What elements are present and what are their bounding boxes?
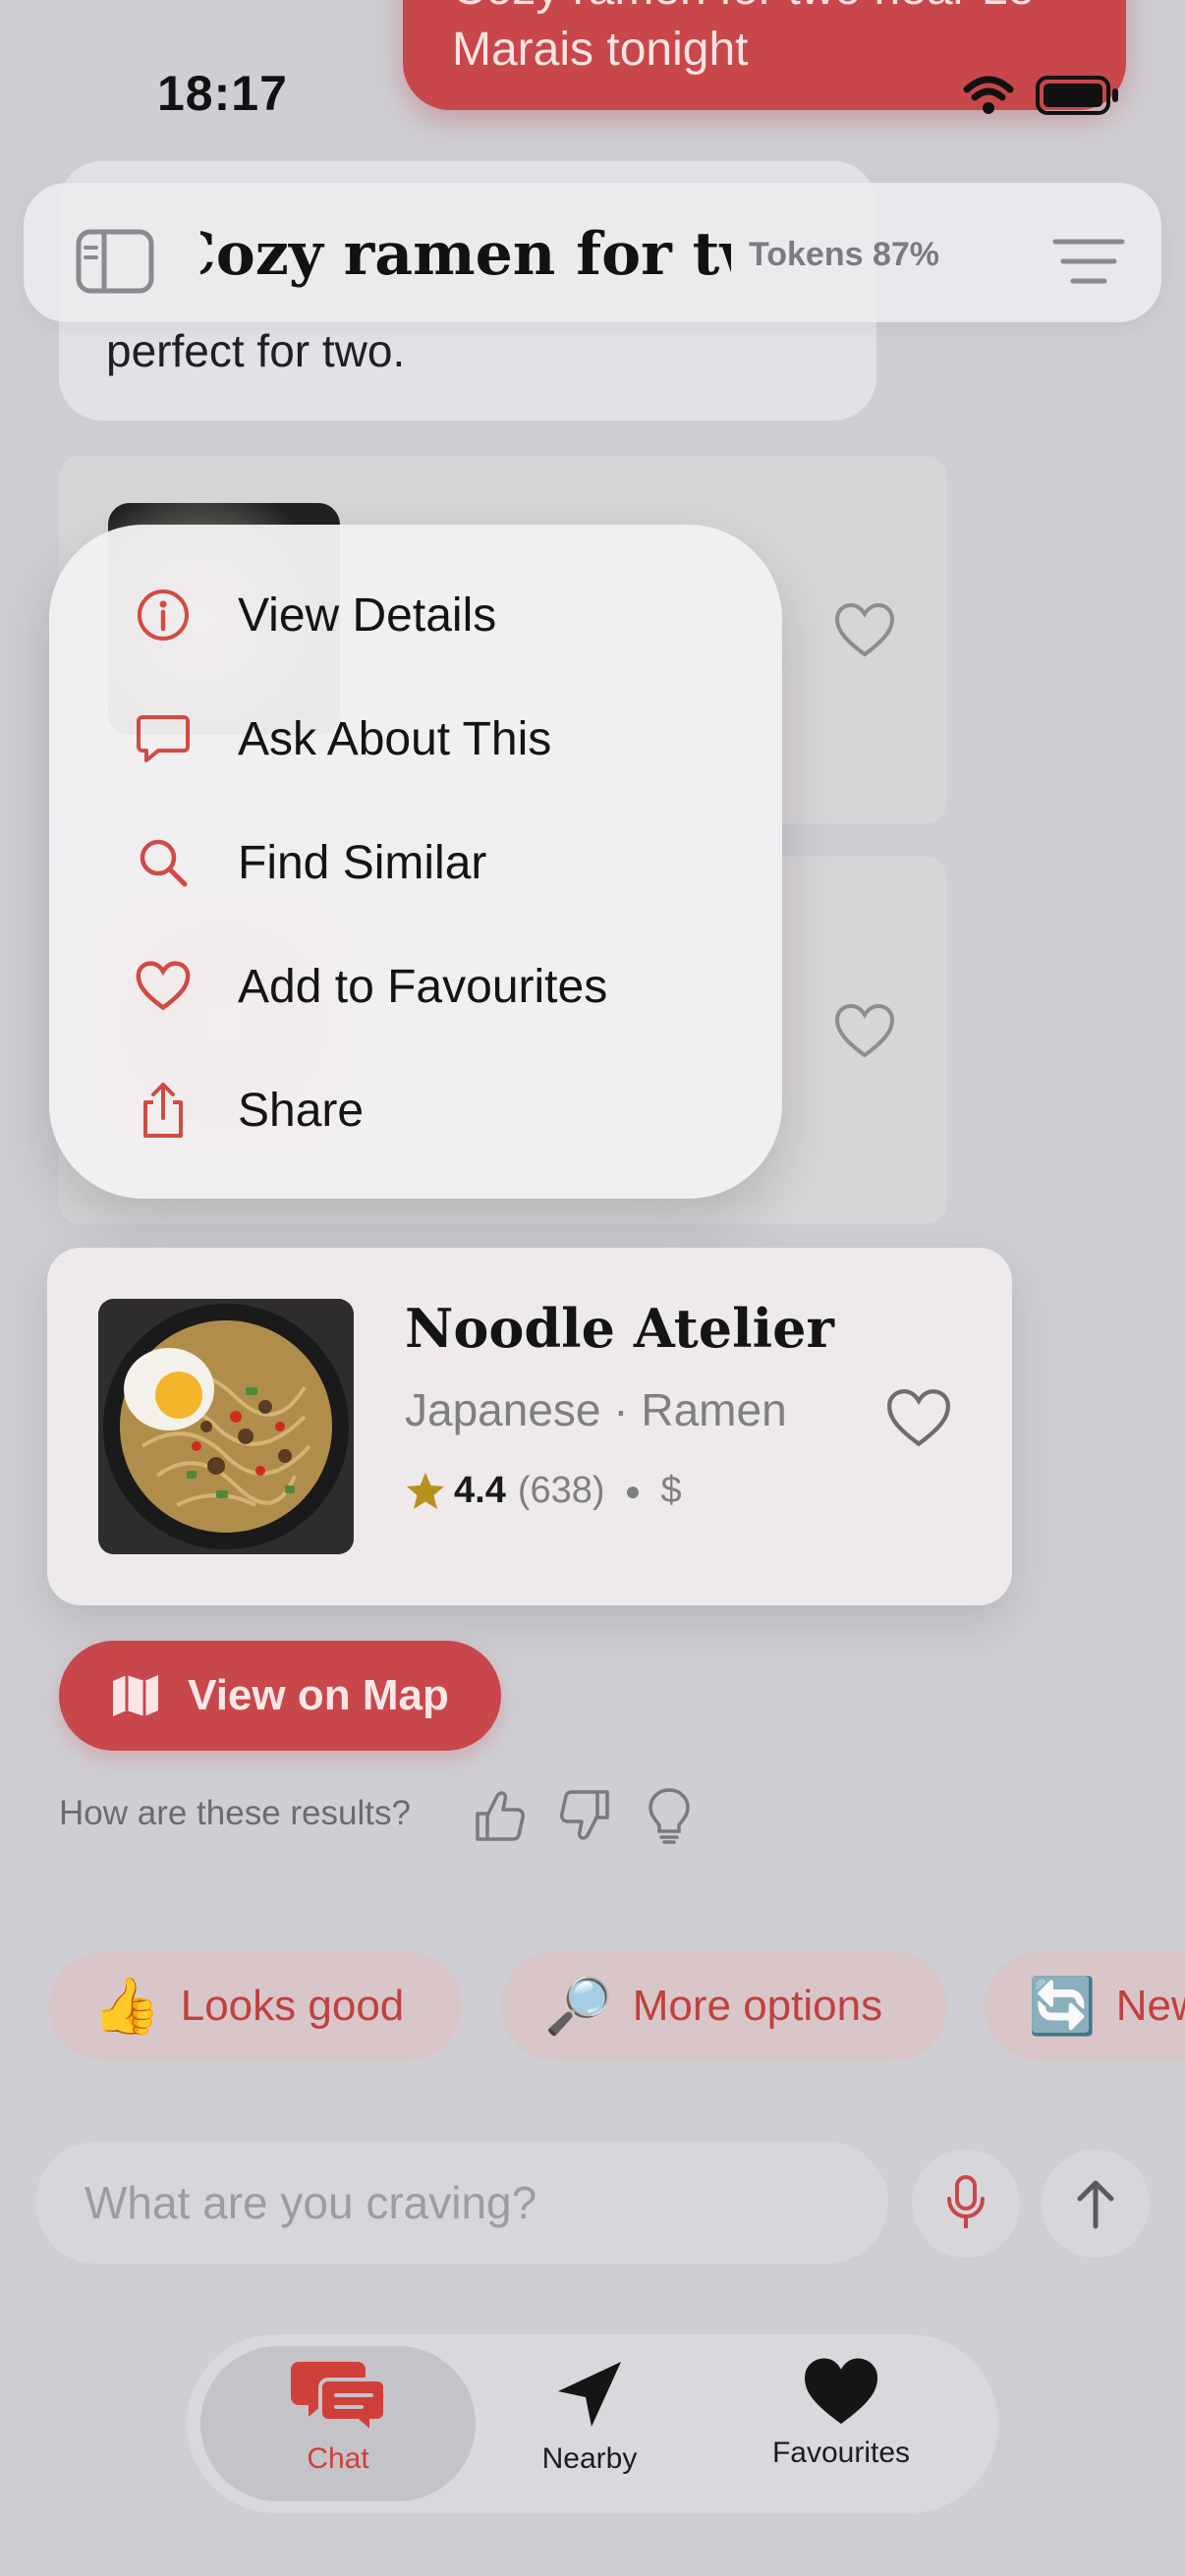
heart-icon xyxy=(134,957,193,1016)
favourite-heart-icon[interactable] xyxy=(884,1387,953,1455)
tab-chat[interactable]: Chat xyxy=(240,2356,436,2493)
menu-item-label: Share xyxy=(238,1084,365,1137)
star-icon xyxy=(407,1472,444,1509)
lines-menu-icon xyxy=(1052,239,1125,284)
thumbs-up-icon[interactable] xyxy=(472,1786,527,1845)
menu-item-label: View Details xyxy=(238,588,497,642)
quick-reply-label: New xyxy=(1115,1982,1185,2030)
magnifier-emoji-icon: 🔎 xyxy=(544,1975,613,2037)
thumbs-down-icon[interactable] xyxy=(558,1786,613,1845)
quick-reply-more-options[interactable]: 🔎 More options xyxy=(501,1951,947,2061)
feedback-question: How are these results? xyxy=(59,1794,411,1832)
sidebar-icon xyxy=(76,229,154,294)
battery-icon xyxy=(1036,76,1118,115)
menu-item-view-details[interactable]: View Details xyxy=(49,566,782,664)
menu-item-ask-about-this[interactable]: Ask About This xyxy=(49,690,782,788)
tab-label: Nearby xyxy=(541,2442,638,2475)
menu-item-find-similar[interactable]: Find Similar xyxy=(49,813,782,912)
quick-reply-label: More options xyxy=(632,1982,883,2030)
restaurant-rating-row: 4.4 (638) ● $ xyxy=(405,1470,682,1512)
view-on-map-label: View on Map xyxy=(188,1671,449,1719)
menu-button[interactable] xyxy=(1049,234,1128,289)
sidebar-toggle-button[interactable] xyxy=(73,226,157,297)
share-icon xyxy=(134,1081,193,1140)
quick-reply-looks-good[interactable]: 👍 Looks good xyxy=(49,1951,462,2061)
context-menu: View Details Ask About This Find Similar… xyxy=(49,525,782,1199)
heart-filled-icon xyxy=(805,2358,877,2425)
page-title: Cozy ramen for two near xyxy=(200,220,731,299)
focused-restaurant-card[interactable]: Noodle Atelier Japanese · Ramen 4.4 (638… xyxy=(47,1248,1012,1605)
tab-label: Favourites xyxy=(771,2436,911,2469)
tab-bar: Chat Nearby Favourites xyxy=(187,2334,998,2513)
menu-item-share[interactable]: Share xyxy=(49,1061,782,1159)
menu-item-label: Add to Favourites xyxy=(238,960,608,1013)
favourite-heart-icon[interactable] xyxy=(833,1002,896,1066)
menu-item-label: Find Similar xyxy=(238,836,487,889)
magnifier-icon xyxy=(134,833,193,892)
tab-nearby[interactable]: Nearby xyxy=(491,2356,688,2493)
quick-reply-new[interactable]: 🔄 New xyxy=(985,1951,1185,2061)
favourite-heart-icon[interactable] xyxy=(833,601,896,665)
message-input[interactable]: What are you craving? xyxy=(35,2142,888,2264)
restaurant-name: Noodle Atelier xyxy=(405,1297,834,1360)
map-icon xyxy=(113,1675,159,1716)
ramen-bowl-image xyxy=(98,1299,354,1554)
thumbs-up-emoji-icon: 👍 xyxy=(92,1975,161,2037)
page-title-text: Cozy ramen for two near xyxy=(200,220,731,289)
arrow-up-icon xyxy=(1077,2180,1114,2229)
review-count: (638) xyxy=(517,1470,605,1511)
wifi-icon xyxy=(963,76,1014,114)
send-button[interactable] xyxy=(1042,2150,1150,2258)
menu-item-add-to-favourites[interactable]: Add to Favourites xyxy=(49,937,782,1036)
user-message-line1: Cozy ramen for two near Le xyxy=(452,0,1077,20)
lightbulb-icon[interactable] xyxy=(645,1786,700,1845)
status-time: 18:17 xyxy=(157,66,288,121)
user-message-line2: Marais tonight xyxy=(452,24,749,76)
microphone-button[interactable] xyxy=(912,2150,1020,2258)
refresh-emoji-icon: 🔄 xyxy=(1028,1975,1097,2037)
view-on-map-button[interactable]: View on Map xyxy=(59,1641,501,1751)
menu-item-label: Ask About This xyxy=(238,712,552,765)
price-level: $ xyxy=(660,1470,682,1511)
chat-bubble-icon xyxy=(134,709,193,768)
quick-reply-label: Looks good xyxy=(180,1982,405,2030)
restaurant-cuisine: Japanese · Ramen xyxy=(405,1384,787,1435)
tab-favourites[interactable]: Favourites xyxy=(743,2356,939,2493)
info-circle-icon xyxy=(134,586,193,644)
chat-bubbles-icon xyxy=(291,2362,387,2435)
header-bar: Cozy ramen for two near Tokens 87% xyxy=(24,183,1161,322)
microphone-icon xyxy=(947,2175,985,2228)
location-arrow-icon xyxy=(558,2362,621,2427)
assistant-message-text: perfect for two. xyxy=(106,325,406,376)
tokens-indicator: Tokens 87% xyxy=(749,236,940,273)
status-icons xyxy=(963,75,1120,116)
rating-score: 4.4 xyxy=(454,1470,506,1511)
separator-dot: ● xyxy=(624,1475,642,1506)
tab-label: Chat xyxy=(307,2442,369,2475)
